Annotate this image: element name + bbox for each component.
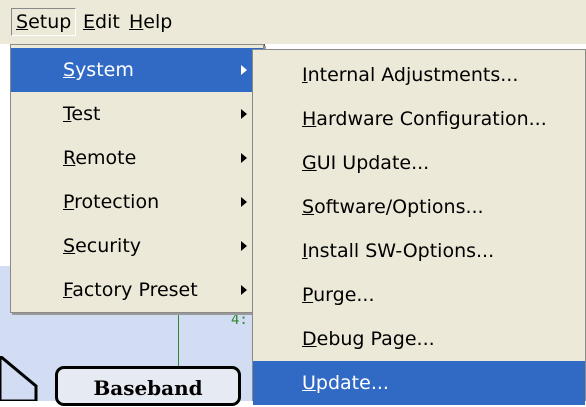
- system-submenu: Internal Adjustments... Hardware Configu…: [252, 49, 586, 405]
- menu-item-software-options[interactable]: Software/Options...: [253, 185, 585, 229]
- submenu-arrow-icon: [241, 153, 247, 163]
- menu-item-system[interactable]: System: [11, 48, 263, 92]
- menu-item-test[interactable]: Test: [11, 92, 263, 136]
- menu-item-label: pdate...: [315, 372, 389, 394]
- submenu-arrow-icon: [241, 109, 247, 119]
- menu-item-mnemonic: S: [63, 235, 76, 257]
- menu-setup-mnemonic: S: [16, 11, 29, 33]
- menu-item-label: ystem: [75, 59, 134, 81]
- menu-item-mnemonic: S: [302, 196, 315, 218]
- menu-bar: Setup Edit Help: [0, 0, 586, 44]
- menu-item-factory-preset[interactable]: Factory Preset: [11, 268, 263, 312]
- menu-setup[interactable]: Setup: [11, 8, 77, 36]
- menu-item-label: est: [71, 103, 101, 125]
- menu-item-mnemonic: H: [302, 108, 317, 130]
- menu-setup-label: etup: [28, 11, 72, 33]
- menu-item-label: emote: [75, 147, 137, 169]
- connector-label: 4:: [231, 312, 248, 328]
- submenu-arrow-icon: [241, 241, 247, 251]
- menu-item-label: ebug Page...: [316, 328, 435, 350]
- menu-edit[interactable]: Edit: [79, 8, 124, 36]
- menu-item-protection[interactable]: Protection: [11, 180, 263, 224]
- menu-item-remote[interactable]: Remote: [11, 136, 263, 180]
- connector-line: [178, 312, 179, 370]
- baseband-block[interactable]: Baseband: [55, 366, 241, 406]
- menu-item-label: nternal Adjustments...: [307, 64, 519, 86]
- menu-item-gui-update[interactable]: GUI Update...: [253, 141, 585, 185]
- menu-item-label: oftware/Options...: [314, 196, 484, 218]
- menu-edit-label: dit: [95, 11, 120, 33]
- submenu-arrow-icon: [241, 197, 247, 207]
- setup-dropdown: System Test Remote Protection Security F…: [10, 44, 264, 313]
- menu-item-label: ardware Configuration...: [316, 108, 547, 130]
- menu-item-label: nstall SW-Options...: [307, 240, 495, 262]
- menu-item-label: UI Update...: [316, 152, 430, 174]
- menu-item-mnemonic: S: [63, 59, 76, 81]
- menu-item-mnemonic: P: [302, 284, 314, 306]
- menu-item-mnemonic: F: [63, 279, 73, 301]
- menu-edit-mnemonic: E: [83, 11, 96, 33]
- menu-item-debug-page[interactable]: Debug Page...: [253, 317, 585, 361]
- menu-help-mnemonic: H: [129, 11, 144, 33]
- menu-item-mnemonic: R: [63, 147, 76, 169]
- menu-item-label: urge...: [313, 284, 375, 306]
- submenu-arrow-icon: [241, 285, 247, 295]
- menu-item-purge[interactable]: Purge...: [253, 273, 585, 317]
- menu-item-update[interactable]: Update...: [253, 361, 585, 405]
- menu-item-mnemonic: U: [302, 372, 316, 394]
- menu-item-label: rotection: [74, 191, 160, 213]
- menu-item-security[interactable]: Security: [11, 224, 263, 268]
- menu-item-label: actory Preset: [72, 279, 198, 301]
- diagram-arrow-icon: [0, 356, 38, 401]
- menu-help[interactable]: Help: [125, 8, 176, 36]
- menu-item-label: ecurity: [75, 235, 142, 257]
- menu-item-mnemonic: G: [302, 152, 317, 174]
- submenu-arrow-icon: [241, 65, 247, 75]
- menu-help-label: elp: [143, 11, 173, 33]
- menu-item-hardware-configuration[interactable]: Hardware Configuration...: [253, 97, 585, 141]
- menu-item-internal-adjustments[interactable]: Internal Adjustments...: [253, 53, 585, 97]
- menu-item-mnemonic: D: [302, 328, 317, 350]
- menu-item-mnemonic: P: [63, 191, 75, 213]
- menu-item-install-sw-options[interactable]: Install SW-Options...: [253, 229, 585, 273]
